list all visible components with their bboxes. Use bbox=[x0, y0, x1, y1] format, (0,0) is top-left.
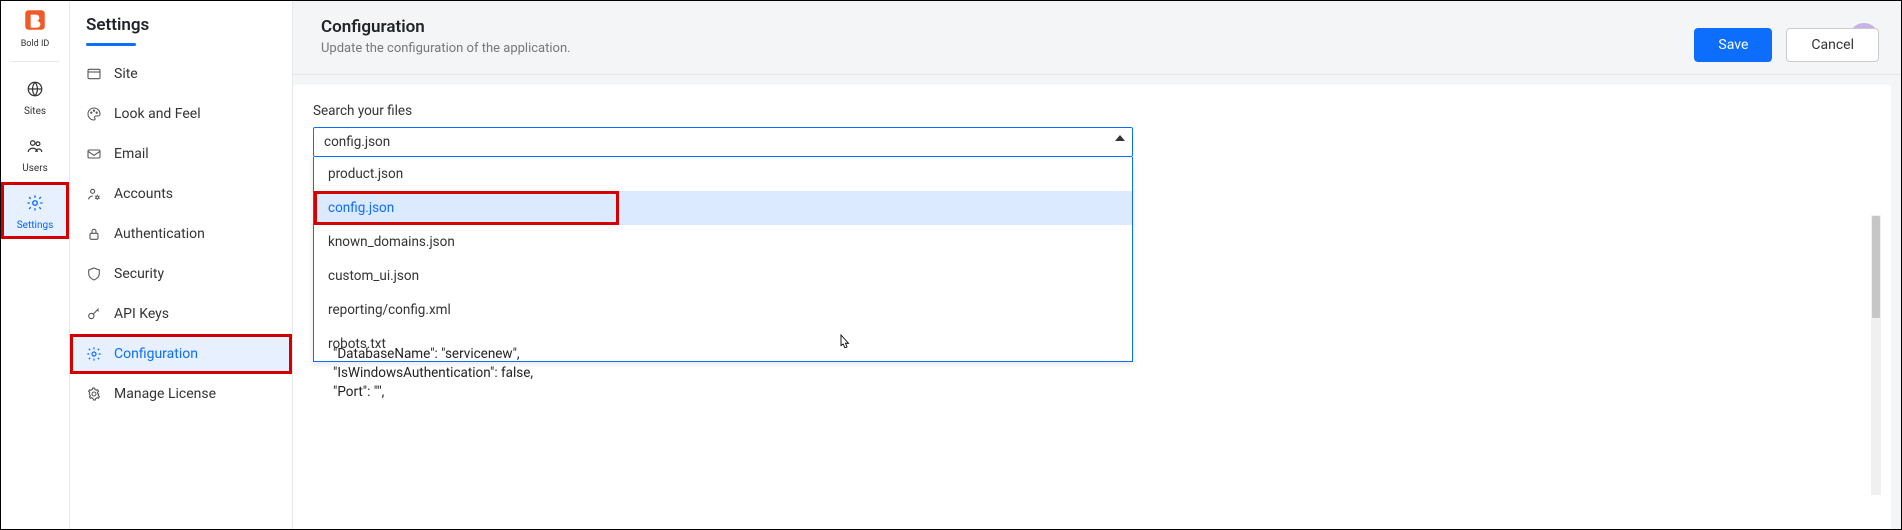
file-search-dropdown: product.json config.json known_domains.j… bbox=[313, 157, 1133, 362]
config-code-preview: "DatabaseName": "servicenew", "IsWindows… bbox=[333, 345, 533, 402]
dropdown-option[interactable]: reporting/config.xml bbox=[314, 293, 1132, 327]
sidebar-item-authentication[interactable]: Authentication bbox=[70, 214, 292, 254]
rail-divider bbox=[11, 61, 59, 62]
search-label: Search your files bbox=[313, 103, 1871, 119]
rail-item-label: Sites bbox=[24, 106, 46, 117]
dropdown-option-selected[interactable]: config.json bbox=[314, 191, 619, 225]
sidebar-item-security[interactable]: Security bbox=[70, 254, 292, 294]
sidebar-item-label: Configuration bbox=[114, 346, 198, 362]
settings-sidebar: Settings Site Look and Feel Email Accoun… bbox=[70, 1, 293, 529]
bold-logo-icon bbox=[22, 7, 48, 33]
sidebar-item-label: API Keys bbox=[114, 306, 169, 322]
user-gear-icon bbox=[86, 186, 102, 202]
card-icon bbox=[86, 66, 102, 82]
sidebar-item-label: Security bbox=[114, 266, 164, 282]
license-gear-icon bbox=[86, 386, 102, 402]
page-title: Configuration bbox=[321, 17, 1873, 37]
palette-icon bbox=[86, 106, 102, 122]
page-header: Configuration Update the configuration o… bbox=[293, 1, 1901, 75]
save-button[interactable]: Save bbox=[1694, 28, 1772, 62]
sidebar-item-label: Authentication bbox=[114, 226, 205, 242]
app-rail: Bold ID Sites Users Settings bbox=[1, 1, 70, 529]
sidebar-item-configuration[interactable]: Configuration bbox=[70, 334, 292, 374]
rail-item-users[interactable]: Users bbox=[1, 125, 69, 182]
title-underline bbox=[86, 43, 136, 46]
page-subtitle: Update the configuration of the applicat… bbox=[321, 41, 1873, 56]
brand-logo: Bold ID bbox=[1, 7, 69, 55]
settings-nav: Site Look and Feel Email Accounts Authen… bbox=[70, 54, 292, 414]
cancel-button[interactable]: Cancel bbox=[1786, 28, 1879, 62]
lock-icon bbox=[86, 226, 102, 242]
shield-icon bbox=[86, 266, 102, 282]
gear-icon bbox=[86, 346, 102, 362]
rail-item-sites[interactable]: Sites bbox=[1, 68, 69, 125]
content-scrollbar[interactable] bbox=[1871, 215, 1881, 495]
sidebar-title: Settings bbox=[70, 15, 292, 43]
rail-item-label: Settings bbox=[17, 220, 54, 231]
content-panel: Search your files product.json config.js… bbox=[293, 85, 1891, 529]
rail-item-label: Users bbox=[22, 163, 48, 174]
sidebar-item-label: Manage License bbox=[114, 386, 216, 402]
sidebar-item-accounts[interactable]: Accounts bbox=[70, 174, 292, 214]
dropdown-option[interactable]: known_domains.json bbox=[314, 225, 1132, 259]
brand-label: Bold ID bbox=[1, 39, 69, 49]
mail-icon bbox=[86, 146, 102, 162]
main-area: Configuration Update the configuration o… bbox=[293, 1, 1901, 529]
scrollbar-thumb[interactable] bbox=[1872, 216, 1880, 318]
globe-icon bbox=[26, 80, 44, 102]
rail-item-settings[interactable]: Settings bbox=[1, 182, 69, 239]
sidebar-item-label: Accounts bbox=[114, 186, 173, 202]
sidebar-item-label: Site bbox=[114, 66, 138, 82]
key-icon bbox=[86, 306, 102, 322]
sidebar-item-look[interactable]: Look and Feel bbox=[70, 94, 292, 134]
sidebar-item-site[interactable]: Site bbox=[70, 54, 292, 94]
sidebar-item-label: Look and Feel bbox=[114, 106, 201, 122]
sidebar-item-label: Email bbox=[114, 146, 149, 162]
sidebar-item-apikeys[interactable]: API Keys bbox=[70, 294, 292, 334]
users-icon bbox=[26, 137, 44, 159]
sidebar-item-email[interactable]: Email bbox=[70, 134, 292, 174]
file-search-combo[interactable] bbox=[313, 127, 1133, 157]
sidebar-item-license[interactable]: Manage License bbox=[70, 374, 292, 414]
file-search-input[interactable] bbox=[313, 127, 1133, 157]
dropdown-option[interactable]: custom_ui.json bbox=[314, 259, 1132, 293]
caret-up-icon[interactable] bbox=[1115, 135, 1125, 141]
gear-icon bbox=[26, 194, 44, 216]
dropdown-option[interactable]: product.json bbox=[314, 157, 1132, 191]
